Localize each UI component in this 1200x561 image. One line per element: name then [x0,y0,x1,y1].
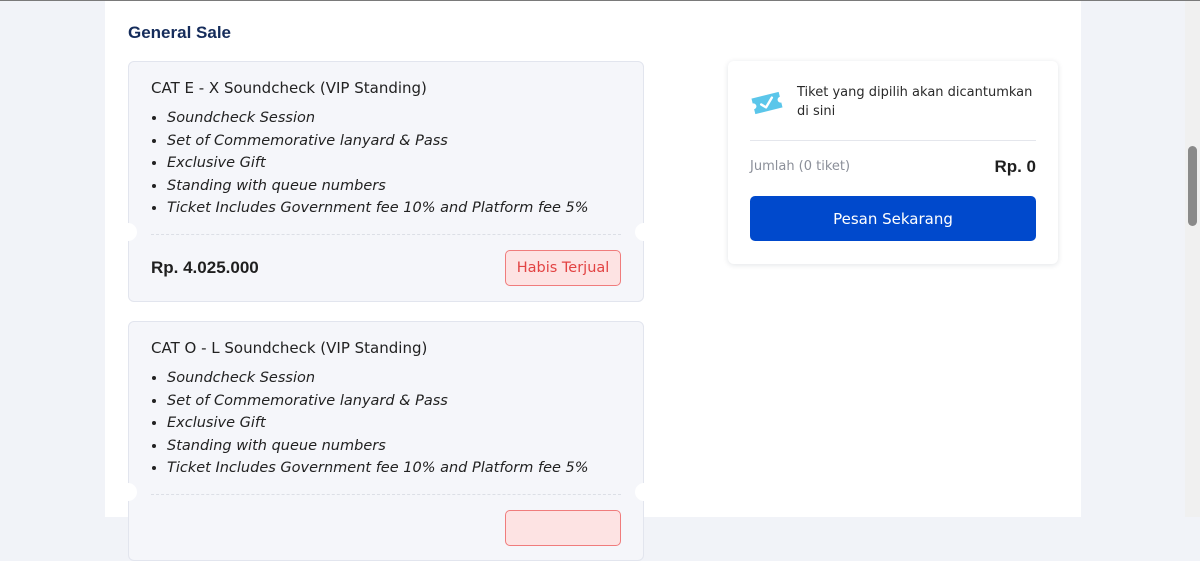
benefits-list: Soundcheck Session Set of Commemorative … [151,107,589,220]
benefit-item: Standing with queue numbers [167,175,589,198]
ticket-card: CAT E - X Soundcheck (VIP Standing) Soun… [119,61,653,302]
benefits-list: Soundcheck Session Set of Commemorative … [151,367,589,480]
benefit-item: Standing with queue numbers [167,435,589,458]
sold-out-badge: Habis Terjual [505,250,621,286]
ticket-quantity-label: Jumlah (0 tiket) [750,159,851,174]
benefit-item: Set of Commemorative lanyard & Pass [167,390,589,413]
section-title: General Sale [128,23,232,42]
benefit-item: Soundcheck Session [167,367,589,390]
benefit-item: Exclusive Gift [167,412,589,435]
ticket-card: CAT O - L Soundcheck (VIP Standing) Soun… [119,321,653,561]
ticket-name: CAT O - L Soundcheck (VIP Standing) [151,339,428,357]
ticket-price: Rp. 4.025.000 [151,258,259,277]
ticket-notch [635,223,653,241]
ticket-notch [635,483,653,501]
ticket-divider [151,494,621,495]
ticket-divider [151,234,621,235]
scrollbar-thumb[interactable] [1188,146,1197,226]
benefit-item: Ticket Includes Government fee 10% and P… [167,197,589,220]
benefit-item: Exclusive Gift [167,152,589,175]
ticket-notch [119,223,137,241]
sold-out-badge [505,510,621,546]
benefit-item: Soundcheck Session [167,107,589,130]
ticket-icon [751,91,783,115]
total-price: Rp. 0 [994,157,1036,176]
benefit-item: Ticket Includes Government fee 10% and P… [167,457,589,480]
ticket-name: CAT E - X Soundcheck (VIP Standing) [151,79,427,97]
summary-divider [750,140,1036,141]
scrollbar-track[interactable] [1185,1,1200,517]
empty-selection-text: Tiket yang dipilih akan dicantumkan di s… [797,85,1033,119]
benefit-item: Set of Commemorative lanyard & Pass [167,130,589,153]
order-now-button[interactable]: Pesan Sekarang [750,196,1036,241]
ticket-notch [119,483,137,501]
order-summary-card: Tiket yang dipilih akan dicantumkan di s… [728,61,1058,264]
